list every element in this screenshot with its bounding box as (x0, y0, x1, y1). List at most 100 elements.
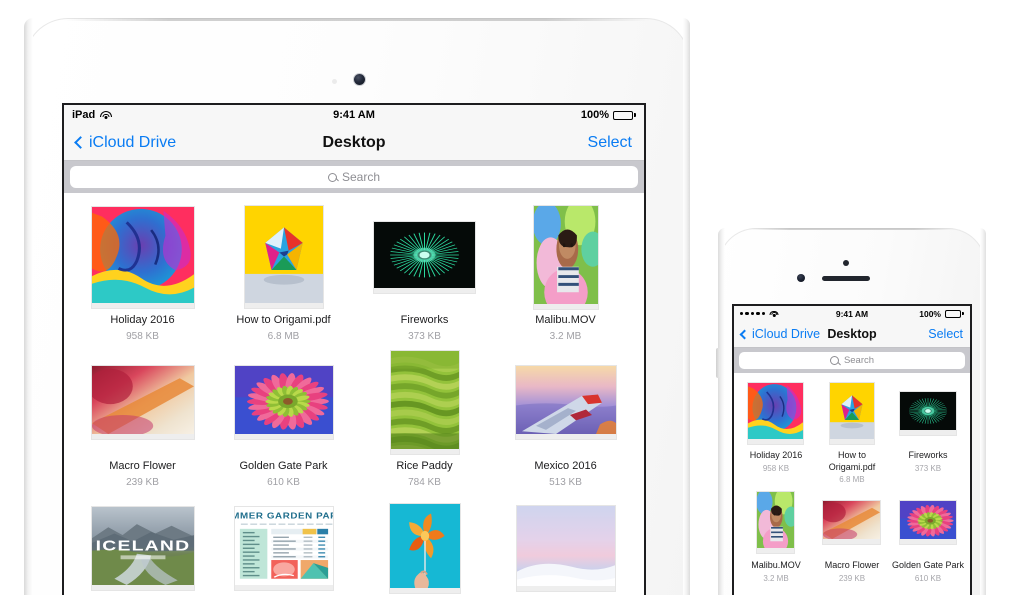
file-item[interactable]: Malibu.MOV 3.2 MB (738, 487, 814, 583)
screenshot-stage: iPad 9:41 AM 100% iCloud Drive Desktop S… (0, 0, 1012, 595)
file-size: 239 KB (126, 476, 159, 488)
file-size: 6.8 MB (839, 475, 865, 485)
file-thumbnail (354, 499, 495, 595)
ipad-nav-bar: iCloud Drive Desktop Select (64, 125, 644, 161)
ipad-front-camera-icon (354, 74, 365, 85)
file-item[interactable]: Fireworks 373 KB (890, 381, 966, 485)
iphone-search-strip: Search (734, 348, 970, 373)
file-item[interactable]: How to Origami.pdf 6.8 MB (814, 381, 890, 485)
file-size: 784 KB (408, 476, 441, 488)
ipad-status-bar: iPad 9:41 AM 100% (64, 105, 644, 125)
file-size: 373 KB (408, 330, 441, 342)
ipad-top-highlight (64, 18, 650, 21)
search-placeholder: Search (843, 355, 875, 366)
file-thumbnail (354, 351, 495, 461)
ipad-ambient-sensor-icon (332, 79, 337, 84)
battery-full-icon (613, 110, 636, 120)
file-size: 610 KB (267, 476, 300, 488)
file-size: 239 KB (838, 573, 866, 583)
svg-text:ICELAND: ICELAND (95, 537, 190, 554)
file-name: How to Origami.pdf (828, 450, 876, 472)
ipad-device: iPad 9:41 AM 100% iCloud Drive Desktop S… (24, 18, 690, 595)
battery-percent: 100% (919, 308, 941, 319)
file-name: Macro Flower (824, 559, 880, 570)
file-thumbnail (354, 207, 495, 307)
file-thumbnail (72, 206, 213, 308)
file-item[interactable]: Holiday 2016 958 KB (72, 206, 213, 343)
file-name: Holiday 2016 (110, 314, 175, 326)
svg-text:SUMMER GARDEN PARTY: SUMMER GARDEN PARTY (235, 512, 333, 521)
iphone-earpiece-speaker (822, 276, 870, 281)
file-item[interactable]: ICELAND (72, 499, 213, 595)
file-item[interactable]: Mexico 2016 513 KB (495, 353, 636, 489)
page-title: Desktop (322, 133, 386, 151)
ipad-right-edge (683, 18, 690, 595)
file-name: Malibu.MOV (751, 559, 801, 570)
file-size: 610 KB (914, 573, 942, 583)
file-name: Mexico 2016 (534, 459, 597, 472)
search-placeholder: Search (341, 170, 381, 184)
file-item[interactable]: How to Origami.pdf 6.8 MB (213, 206, 354, 343)
file-name: Malibu.MOV (535, 314, 596, 326)
file-size: 3.2 MB (549, 330, 582, 342)
file-name: Golden Gate Park (239, 459, 328, 472)
iphone-left-edge (718, 228, 725, 595)
ipad-screen: iPad 9:41 AM 100% iCloud Drive Desktop S… (62, 103, 646, 595)
file-thumbnail: SUMMER GARDEN PARTY (213, 499, 354, 595)
ipad-search-strip: Search (64, 161, 644, 193)
file-thumbnail (738, 487, 814, 556)
battery-percent: 100% (580, 109, 609, 121)
iphone-ambient-sensor-icon (843, 260, 849, 266)
file-item[interactable] (495, 499, 636, 595)
iphone-front-camera-icon (797, 274, 805, 282)
iphone-status-bar: 9:41 AM 100% (734, 306, 970, 321)
file-thumbnail (890, 491, 966, 555)
select-button[interactable]: Select (588, 134, 632, 152)
iphone-screen: 9:41 AM 100% iCloud Drive Desktop Select (732, 304, 972, 595)
file-size: 958 KB (762, 463, 790, 473)
file-thumbnail (72, 353, 213, 453)
file-name: Rice Paddy (396, 459, 453, 472)
file-name: Fireworks (400, 314, 449, 326)
file-name: How to Origami.pdf (236, 314, 331, 326)
file-thumbnail (814, 381, 890, 445)
status-right-group: 100% (581, 109, 636, 121)
file-name: Fireworks (908, 450, 948, 460)
status-time: 9:41 AM (333, 109, 375, 121)
file-name: Holiday 2016 (749, 450, 803, 460)
file-size: 3.2 MB (763, 573, 789, 583)
select-button[interactable]: Select (928, 327, 963, 341)
file-item[interactable]: Golden Gate Park 610 KB (890, 491, 966, 583)
file-size: 6.8 MB (267, 330, 300, 342)
ipad-left-edge (24, 18, 33, 595)
file-item[interactable]: Rice Paddy 784 KB (354, 351, 495, 489)
search-icon (829, 356, 839, 365)
file-thumbnail (495, 353, 636, 453)
search-input[interactable]: Search (70, 166, 638, 188)
battery-full-icon (945, 309, 964, 318)
file-item[interactable]: Macro Flower 239 KB (72, 353, 213, 489)
ipad-file-grid: Holiday 2016 958 KB How to Origami.pdf 6.8… (64, 193, 644, 595)
file-item[interactable]: Golden Gate Park 610 KB (213, 353, 354, 489)
file-item[interactable]: Holiday 2016 958 KB (738, 381, 814, 485)
file-item[interactable]: Macro Flower 239 KB (814, 491, 890, 583)
iphone-file-grid: Holiday 2016 958 KB How to Origami.pdf 6.8… (734, 373, 970, 589)
file-thumbnail (890, 381, 966, 445)
file-item[interactable] (354, 499, 495, 595)
file-item[interactable]: SUMMER GARDEN PARTY (213, 499, 354, 595)
iphone-right-edge (980, 228, 986, 595)
iphone-top-highlight (748, 228, 956, 230)
file-thumbnail: ICELAND (72, 499, 213, 595)
volume-button[interactable] (716, 348, 720, 378)
file-name: Golden Gate Park (891, 559, 964, 570)
search-input[interactable]: Search (739, 352, 965, 369)
file-item[interactable]: Malibu.MOV 3.2 MB (495, 197, 636, 343)
file-size: 513 KB (549, 476, 582, 488)
search-icon (327, 172, 337, 182)
file-thumbnail (495, 197, 636, 316)
file-thumbnail (738, 381, 814, 445)
file-item[interactable]: Fireworks 373 KB (354, 207, 495, 343)
file-size: 373 KB (914, 463, 942, 473)
file-thumbnail (213, 206, 354, 308)
file-size: 958 KB (126, 330, 159, 342)
